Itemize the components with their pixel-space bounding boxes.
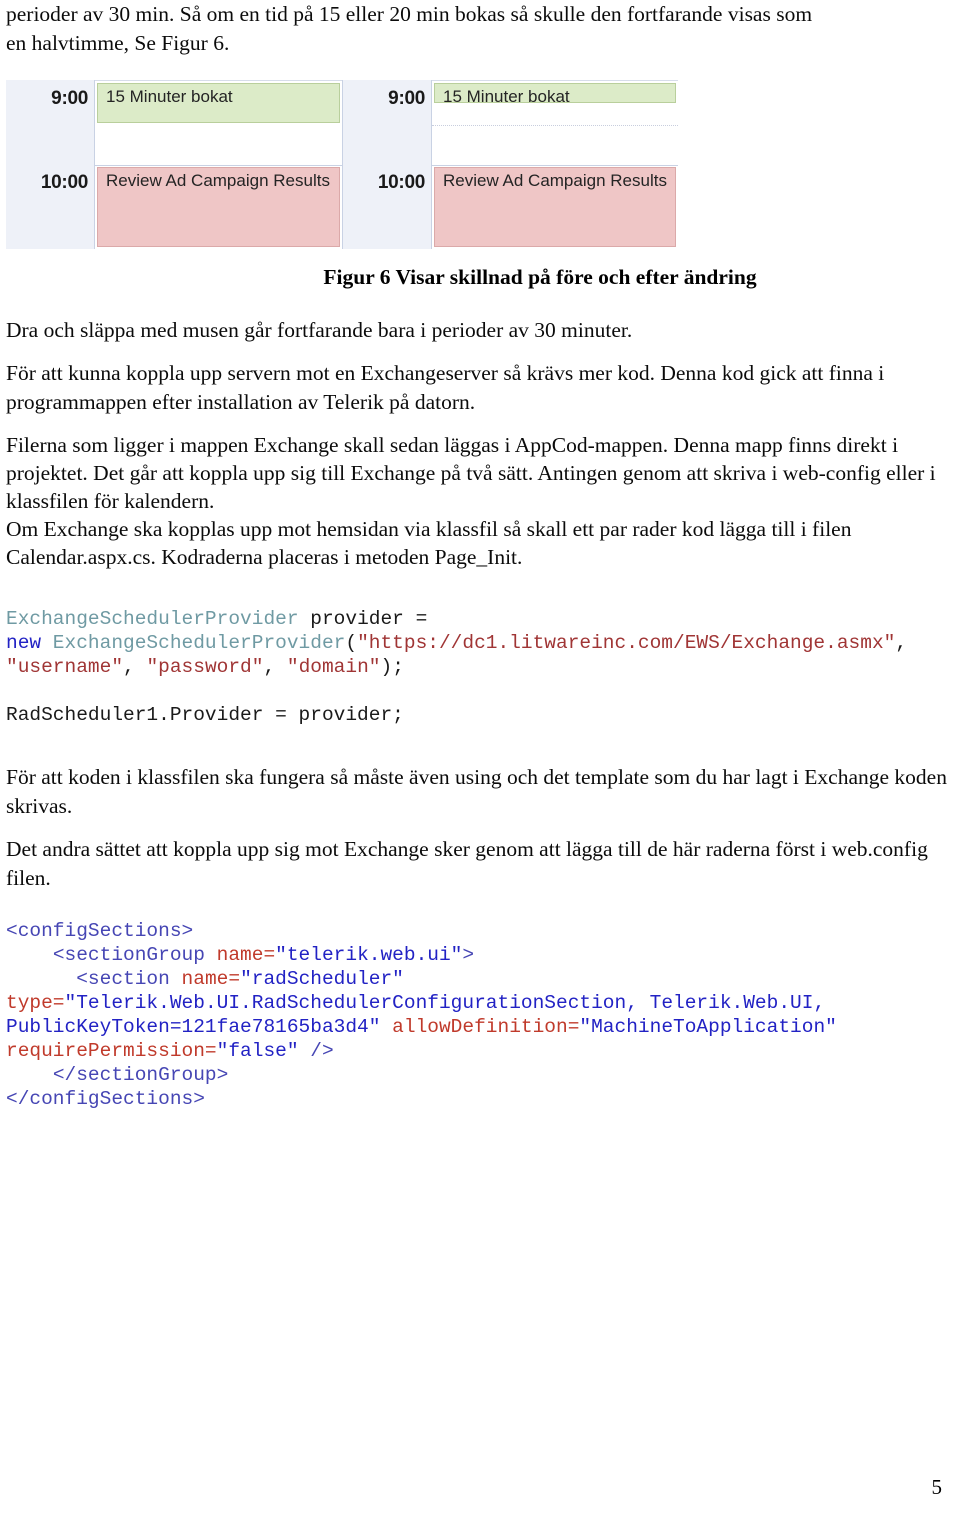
intro-line-2: en halvtimme, Se Figur 6. — [6, 31, 230, 55]
xml-token-sectiongroup-close-bracket: > — [462, 944, 475, 966]
xml-token-val-publickeytoken: PublicKeyToken=121fae78165ba3d4" — [6, 1016, 381, 1038]
xml-token-attr-type: type= — [6, 992, 65, 1014]
xml-token-attr-name-l3: name= — [181, 968, 241, 990]
paragraph-5: För att koden i klassfilen ska fungera s… — [6, 765, 947, 818]
code-token-radscheduler-assignment: RadScheduler1.Provider = provider; — [6, 704, 404, 726]
code-token-paren-open: ( — [345, 632, 358, 654]
xml-token-attr-allowdefinition: allowDefinition= — [380, 1016, 580, 1038]
half-hour-divider-after — [432, 125, 678, 126]
xml-token-sectiongroup-open: <sectionGroup — [52, 944, 217, 966]
time-gutter-before: 9:00 10:00 — [6, 80, 95, 249]
code-token-domain-string: "domain" — [286, 656, 381, 678]
figure-caption: Figur 6 Visar skillnad på före och efter… — [323, 265, 757, 289]
xml-token-indent-l7 — [6, 1064, 53, 1086]
code-token-url-string: "https://dc1.litwareinc.com/EWS/Exchange… — [357, 632, 896, 654]
xml-token-configsections-open: <configSections> — [6, 920, 194, 942]
code-token-password-string: "password" — [146, 656, 264, 678]
scheduler-comparison: 9:00 10:00 15 Minuter bokat Review Ad Ca… — [6, 80, 678, 249]
xml-token-indent-l2 — [6, 944, 53, 966]
hour-divider-1000-before — [95, 165, 342, 166]
xml-token-val-type: "Telerik.Web.UI.RadSchedulerConfiguratio… — [64, 992, 826, 1014]
scheduler-after-panel: 9:00 10:00 15 Minuter bokat Review Ad Ca… — [342, 80, 678, 249]
code-token-username-string: "username" — [6, 656, 124, 678]
xml-token-attr-name-l2: name= — [216, 944, 276, 966]
xml-token-val-radscheduler: "radScheduler" — [240, 968, 404, 990]
xml-token-section-open: <section — [76, 968, 182, 990]
xml-token-val-telerik-web-ui: "telerik.web.ui" — [275, 944, 463, 966]
time-label-0900-after: 9:00 — [388, 88, 425, 109]
xml-token-attr-requirepermission: requirePermission= — [6, 1040, 217, 1062]
xml-token-indent-l3 — [6, 968, 76, 990]
xml-token-val-machinetoapplication: "MachineToApplication" — [579, 1016, 837, 1038]
xml-token-configsections-close: </configSections> — [6, 1088, 205, 1110]
slot-area-before: 15 Minuter bokat Review Ad Campaign Resu… — [95, 80, 342, 249]
hour-divider-1000-after — [432, 165, 678, 166]
code-token-sep-2: , — [263, 656, 287, 678]
slot-area-after: 15 Minuter bokat Review Ad Campaign Resu… — [432, 80, 678, 249]
xml-token-selfclose: /> — [298, 1040, 334, 1062]
xml-token-sectiongroup-close: </sectionGroup> — [52, 1064, 229, 1086]
code-token-comma: , — [895, 632, 908, 654]
intro-paragraph: perioder av 30 min. Så om en tid på 15 e… — [6, 0, 954, 58]
page-number: 5 — [931, 1475, 943, 1499]
time-gutter-after: 9:00 10:00 — [342, 80, 432, 249]
time-label-1000-before: 10:00 — [40, 172, 88, 193]
appointment-15-minuter-bokat-before[interactable]: 15 Minuter bokat — [97, 83, 340, 123]
scheduler-before-panel: 9:00 10:00 15 Minuter bokat Review Ad Ca… — [6, 80, 342, 249]
code-token-sep-1: , — [123, 656, 147, 678]
figure-6: 9:00 10:00 15 Minuter bokat Review Ad Ca… — [6, 80, 954, 290]
appointment-15-minuter-bokat-after[interactable]: 15 Minuter bokat — [434, 83, 676, 103]
code-token-provider-decl: provider = — [298, 608, 428, 630]
paragraph-1: Dra och släppa med musen går fortfarande… — [6, 318, 633, 342]
code-token-stmt-end: ); — [380, 656, 404, 678]
code-block-csharp: ExchangeSchedulerProvider provider = new… — [6, 607, 954, 727]
appointment-review-ad-campaign-after[interactable]: Review Ad Campaign Results — [434, 167, 676, 247]
intro-line-1: perioder av 30 min. Så om en tid på 15 e… — [6, 2, 813, 26]
time-label-0900-before: 9:00 — [51, 88, 88, 109]
time-label-1000-after: 10:00 — [377, 172, 425, 193]
paragraph-6: Det andra sättet att koppla upp sig mot … — [6, 837, 928, 890]
document-page: perioder av 30 min. Så om en tid på 15 e… — [0, 0, 960, 1514]
paragraph-3: Filerna som ligger i mappen Exchange ska… — [6, 433, 936, 513]
paragraph-2: För att kunna koppla upp servern mot en … — [6, 361, 885, 414]
paragraph-4: Om Exchange ska kopplas upp mot hemsidan… — [6, 517, 852, 569]
code-token-type-exchangeschedulerprovider: ExchangeSchedulerProvider — [6, 608, 299, 630]
appointment-review-ad-campaign-before[interactable]: Review Ad Campaign Results — [97, 167, 340, 247]
code-block-xml: <configSections> <sectionGroup name="tel… — [6, 919, 954, 1111]
code-token-type-ctor: ExchangeSchedulerProvider — [41, 632, 346, 654]
code-token-new-keyword: new — [6, 632, 42, 654]
xml-token-val-false: "false" — [216, 1040, 299, 1062]
